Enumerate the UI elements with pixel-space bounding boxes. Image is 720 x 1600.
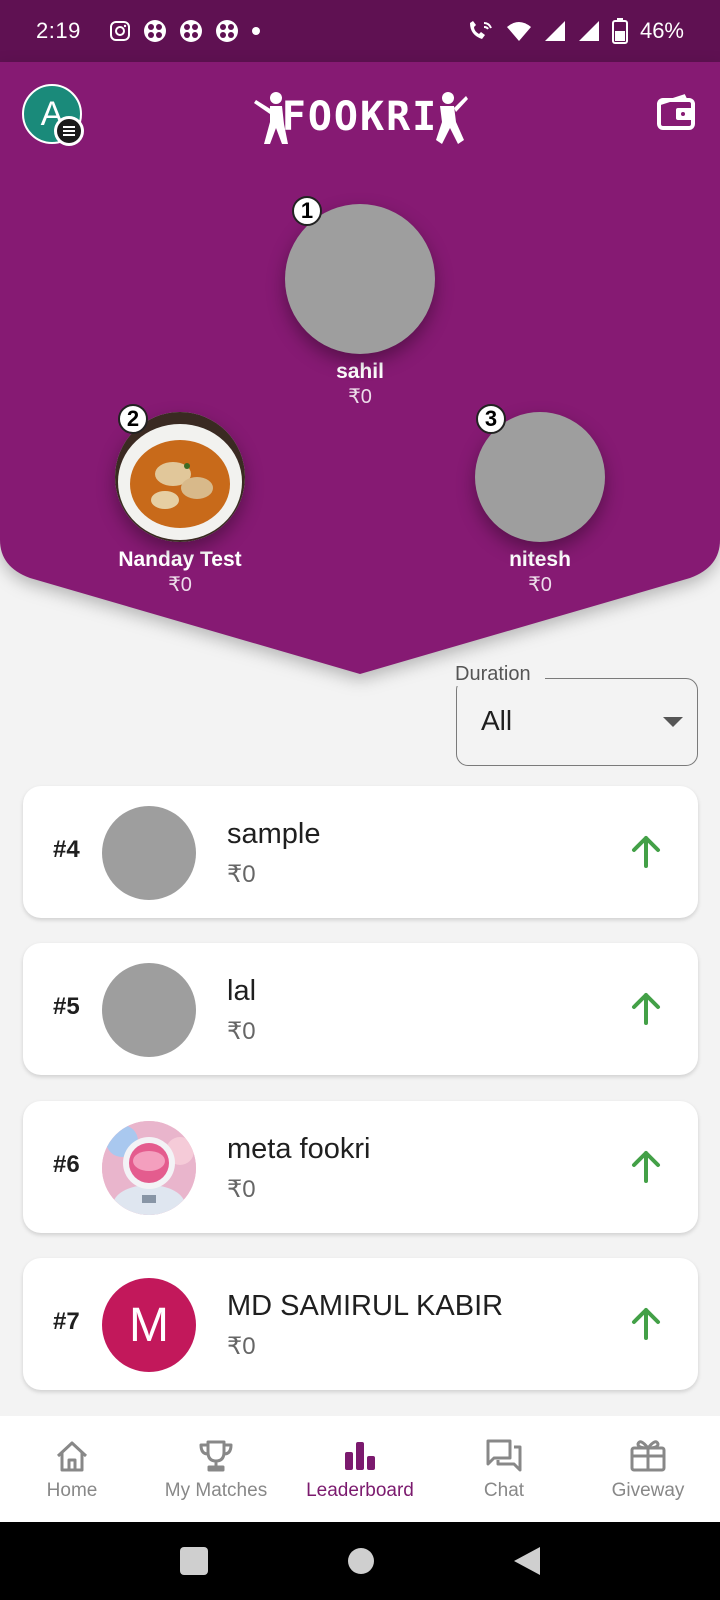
status-time: 2:19 — [36, 18, 81, 43]
nav-giveway[interactable]: Giveway — [576, 1416, 720, 1522]
dot-icon — [251, 26, 261, 36]
nav-home[interactable]: Home — [0, 1416, 144, 1522]
podium-third[interactable]: 3 nitesh ₹0 — [440, 404, 640, 597]
home-circle-icon[interactable] — [347, 1547, 375, 1575]
player-amount: ₹0 — [227, 1333, 256, 1360]
avatar — [102, 963, 196, 1057]
podium-second[interactable]: 2 Nanday Test ₹0 — [80, 404, 280, 597]
avatar — [102, 806, 196, 900]
app-logo: FOOKRI — [250, 84, 470, 150]
astronaut-photo — [102, 1121, 196, 1215]
battery-percent: 46% — [639, 18, 684, 43]
avatar — [285, 204, 435, 354]
avatar-initial: M — [129, 1298, 169, 1352]
back-icon[interactable] — [512, 1545, 542, 1577]
avatar — [102, 1121, 196, 1215]
player-name: Nanday Test — [118, 548, 242, 571]
arrow-up-icon — [632, 836, 660, 868]
avatar: M — [102, 1278, 196, 1372]
player-name: MD SAMIRUL KABIR — [227, 1290, 504, 1322]
nav-leaderboard[interactable]: Leaderboard — [288, 1416, 432, 1522]
home-icon — [56, 1441, 88, 1472]
list-item[interactable]: #4 sample ₹0 — [23, 786, 698, 918]
nav-my-matches[interactable]: My Matches — [144, 1416, 288, 1522]
status-bar: 2:19 46% — [0, 0, 720, 62]
battery-icon — [611, 18, 628, 44]
rank-badge: 2 — [118, 404, 148, 434]
app-icon — [215, 19, 239, 43]
signal-icon — [544, 20, 566, 42]
bowler-icon — [436, 92, 468, 144]
system-navigation-bar — [0, 1522, 720, 1600]
bottom-navigation: Home My Matches Leaderboard Chat Giveway — [0, 1416, 720, 1522]
rank-label: #5 — [53, 993, 80, 1020]
system-status-icons: 46% — [466, 18, 684, 44]
nav-label: Leaderboard — [306, 1480, 414, 1501]
list-item[interactable]: #7 M MD SAMIRUL KABIR ₹0 — [23, 1258, 698, 1390]
player-amount: ₹0 — [528, 574, 552, 596]
chat-icon — [486, 1439, 522, 1472]
rank-badge: 1 — [292, 196, 322, 226]
nav-label: Chat — [483, 1480, 525, 1501]
player-name: meta fookri — [227, 1133, 371, 1165]
list-item[interactable]: #6 meta fookri ₹0 — [23, 1101, 698, 1233]
instagram-icon — [109, 20, 131, 42]
trophy-icon — [199, 1440, 233, 1472]
player-name: sahil — [336, 360, 384, 383]
rank-badge: 3 — [476, 404, 506, 434]
podium-first[interactable]: 1 sahil ₹0 — [260, 196, 460, 409]
player-name: nitesh — [509, 548, 571, 571]
player-amount: ₹0 — [168, 574, 192, 596]
wifi-icon — [506, 20, 532, 42]
arrow-up-icon — [632, 1308, 660, 1340]
player-name: lal — [227, 975, 257, 1007]
rank-label: #7 — [53, 1308, 80, 1335]
signal-icon — [578, 20, 600, 42]
bar-chart-icon — [345, 1442, 375, 1470]
player-amount: ₹0 — [348, 386, 372, 408]
wallet-icon[interactable] — [656, 94, 696, 132]
duration-label: Duration — [455, 663, 545, 686]
player-amount: ₹0 — [227, 1176, 256, 1203]
player-name: sample — [227, 818, 321, 850]
menu-icon[interactable] — [54, 116, 84, 146]
nav-chat[interactable]: Chat — [432, 1416, 576, 1522]
arrow-up-icon — [632, 993, 660, 1025]
rank-label: #4 — [53, 836, 80, 863]
rank-label: #6 — [53, 1151, 80, 1178]
leaderboard-header: A FOOKRI 1 sahil ₹0 2 Nanday Test ₹0 3 n… — [0, 62, 720, 677]
notification-icons — [109, 19, 261, 43]
wifi-call-icon — [466, 19, 494, 43]
duration-value: All — [481, 705, 513, 736]
nav-label: Home — [46, 1480, 98, 1501]
list-item[interactable]: #5 lal ₹0 — [23, 943, 698, 1075]
app-icon — [143, 19, 167, 43]
dropdown-caret-icon — [663, 717, 683, 727]
batsman-icon — [254, 92, 288, 144]
app-icon — [179, 19, 203, 43]
logo-text: FOOKRI — [281, 94, 439, 140]
gift-icon — [630, 1440, 666, 1472]
nav-label: My Matches — [164, 1480, 268, 1501]
duration-select[interactable]: Duration All — [455, 663, 698, 766]
arrow-up-icon — [632, 1151, 660, 1183]
player-amount: ₹0 — [227, 861, 256, 888]
recent-apps-icon[interactable] — [178, 1545, 210, 1577]
nav-label: Giveway — [611, 1480, 685, 1501]
player-amount: ₹0 — [227, 1018, 256, 1045]
